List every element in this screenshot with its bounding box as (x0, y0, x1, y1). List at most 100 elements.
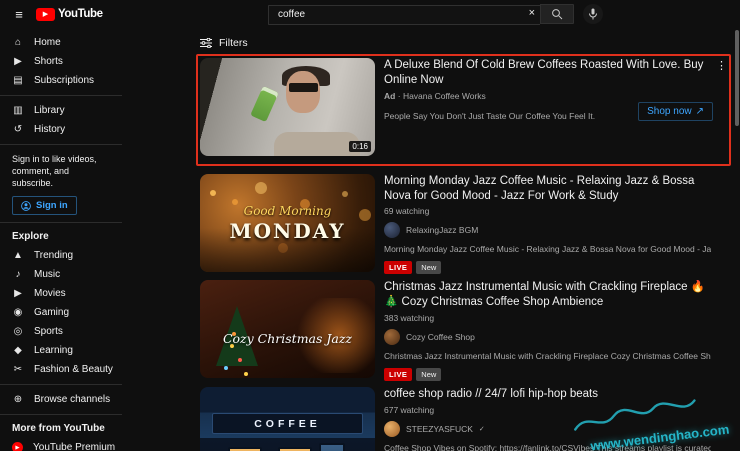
sidebar-item-label: Library (34, 105, 65, 116)
new-badge: New (416, 368, 441, 381)
learning-icon: ◆ (12, 345, 24, 356)
search-area: × (268, 4, 603, 25)
sidebar-item-movies[interactable]: ▶ Movies (0, 284, 122, 303)
sidebar-item-label: YouTube Premium (33, 442, 115, 451)
sidebar-divider (0, 384, 122, 385)
thumbnail-caption: MONDAY (230, 219, 346, 243)
video-title[interactable]: Christmas Jazz Instrumental Music with C… (384, 280, 711, 309)
sidebar-item-fashion-beauty[interactable]: ✂ Fashion & Beauty (0, 360, 122, 379)
sidebar-item-label: Subscriptions (34, 75, 94, 86)
microphone-icon (588, 8, 598, 20)
filters-label: Filters (219, 37, 248, 49)
video-result[interactable]: Cozy Christmas Jazz Christmas Jazz Instr… (200, 280, 727, 380)
ad-badge: Ad (384, 91, 395, 101)
signin-message: Sign in to like videos, comment, and sub… (0, 150, 122, 189)
channel-avatar[interactable] (384, 222, 400, 238)
hamburger-menu-icon[interactable]: ≡ (10, 7, 28, 22)
movies-icon: ▶ (12, 288, 24, 299)
thumbnail-text: Good Morning MONDAY (200, 174, 375, 272)
sports-icon: ◎ (12, 326, 24, 337)
youtube-logo-text: YouTube (58, 8, 103, 20)
channel-avatar[interactable] (384, 329, 400, 345)
clear-search-icon[interactable]: × (529, 7, 535, 19)
duration-badge: 0:16 (349, 141, 371, 152)
sidebar-item-learning[interactable]: ◆ Learning (0, 341, 122, 360)
filters-button[interactable]: Filters (200, 37, 270, 49)
youtube-page: ≡ ▶ YouTube × ⌂ Home ▶ Shorts (0, 0, 740, 451)
subscriptions-icon: ▤ (12, 75, 24, 86)
kebab-menu-icon[interactable]: ⋮ (716, 59, 727, 72)
thumbnail-art (286, 71, 320, 113)
voice-search-button[interactable] (583, 4, 603, 24)
sidebar-item-shorts[interactable]: ▶ Shorts (0, 52, 122, 71)
youtube-logo[interactable]: ▶ YouTube (36, 8, 103, 21)
ad-result[interactable]: 0:16 A Deluxe Blend Of Cold Brew Coffees… (200, 58, 727, 156)
sidebar-item-history[interactable]: ↺ History (0, 120, 122, 139)
search-button[interactable] (540, 4, 574, 24)
sidebar-item-music[interactable]: ♪ Music (0, 265, 122, 284)
music-icon: ♪ (12, 269, 24, 280)
badges-row: LIVE New (384, 261, 711, 274)
browse-channels-icon: ⊕ (12, 394, 24, 405)
channel-row[interactable]: Cozy Coffee Shop (384, 329, 711, 345)
sidebar-item-sports[interactable]: ◎ Sports (0, 322, 122, 341)
shop-now-button[interactable]: Shop now ↗ (638, 102, 713, 121)
ad-separator: · (398, 91, 401, 101)
video-description: Morning Monday Jazz Coffee Music - Relax… (384, 244, 711, 254)
sidebar-item-trending[interactable]: ▲ Trending (0, 246, 122, 265)
sidebar-item-gaming[interactable]: ◉ Gaming (0, 303, 122, 322)
sidebar-item-label: History (34, 124, 65, 135)
sidebar-item-label: Learning (34, 345, 73, 356)
video-thumbnail[interactable]: Good Morning MONDAY (200, 174, 375, 272)
search-results: Filters 0:16 A Deluxe Blend Of Cold Brew… (122, 28, 740, 451)
watching-count: 69 watching (384, 206, 711, 216)
video-result[interactable]: Good Morning MONDAY Morning Monday Jazz … (200, 174, 727, 274)
channel-row[interactable]: RelaxingJazz BGM (384, 222, 711, 238)
sidebar-item-label: Music (34, 269, 60, 280)
ad-advertiser[interactable]: Havana Coffee Works (403, 91, 486, 101)
search-input[interactable] (268, 5, 540, 25)
fashion-icon: ✂ (12, 364, 24, 375)
video-thumbnail[interactable]: Cozy Christmas Jazz (200, 280, 375, 378)
scrollbar[interactable] (735, 30, 739, 126)
sidebar-divider (0, 144, 122, 145)
sidebar-item-browse-channels[interactable]: ⊕ Browse channels (0, 390, 122, 409)
channel-name[interactable]: RelaxingJazz BGM (406, 225, 478, 235)
video-description: Christmas Jazz Instrumental Music with C… (384, 351, 711, 361)
trending-icon: ▲ (12, 250, 24, 261)
thumbnail-caption: Good Morning (244, 204, 332, 218)
watching-count: 383 watching (384, 313, 711, 323)
sign-in-button[interactable]: Sign in (12, 196, 77, 215)
sidebar-item-label: Home (34, 37, 61, 48)
sidebar-item-library[interactable]: ▥ Library (0, 101, 122, 120)
sidebar-item-home[interactable]: ⌂ Home (0, 33, 122, 52)
ad-title[interactable]: A Deluxe Blend Of Cold Brew Coffees Roas… (384, 58, 711, 87)
sidebar-item-subscriptions[interactable]: ▤ Subscriptions (0, 71, 122, 90)
ad-byline: Ad · Havana Coffee Works (384, 91, 711, 101)
shorts-icon: ▶ (12, 56, 24, 67)
video-title[interactable]: Morning Monday Jazz Coffee Music - Relax… (384, 174, 711, 203)
new-badge: New (416, 261, 441, 274)
more-from-youtube-title: More from YouTube (0, 420, 122, 438)
filters-icon (200, 38, 212, 48)
ad-thumbnail[interactable]: 0:16 (200, 58, 375, 156)
youtube-premium-icon: ▶ (12, 442, 23, 451)
sidebar-item-label: Sports (34, 326, 63, 337)
ad-text-column: A Deluxe Blend Of Cold Brew Coffees Roas… (384, 58, 727, 156)
channel-avatar[interactable] (384, 421, 400, 437)
sidebar-item-youtube-premium[interactable]: ▶ YouTube Premium (0, 438, 122, 451)
sign-in-label: Sign in (36, 200, 68, 211)
sidebar: ⌂ Home ▶ Shorts ▤ Subscriptions ▥ Librar… (0, 28, 122, 451)
external-link-icon: ↗ (696, 106, 704, 117)
shop-now-label: Shop now (647, 106, 691, 117)
thumbnail-art (250, 86, 279, 122)
library-icon: ▥ (12, 105, 24, 116)
video-thumbnail[interactable]: COFFEE (200, 387, 375, 451)
channel-name[interactable]: STEEZYASFUCK (406, 424, 473, 434)
gaming-icon: ◉ (12, 307, 24, 318)
thumbnail-caption: Cozy Christmas Jazz (200, 331, 375, 346)
channel-name[interactable]: Cozy Coffee Shop (406, 332, 475, 342)
youtube-play-icon: ▶ (36, 8, 55, 21)
history-icon: ↺ (12, 124, 24, 135)
video-text-column: Morning Monday Jazz Coffee Music - Relax… (384, 174, 727, 274)
